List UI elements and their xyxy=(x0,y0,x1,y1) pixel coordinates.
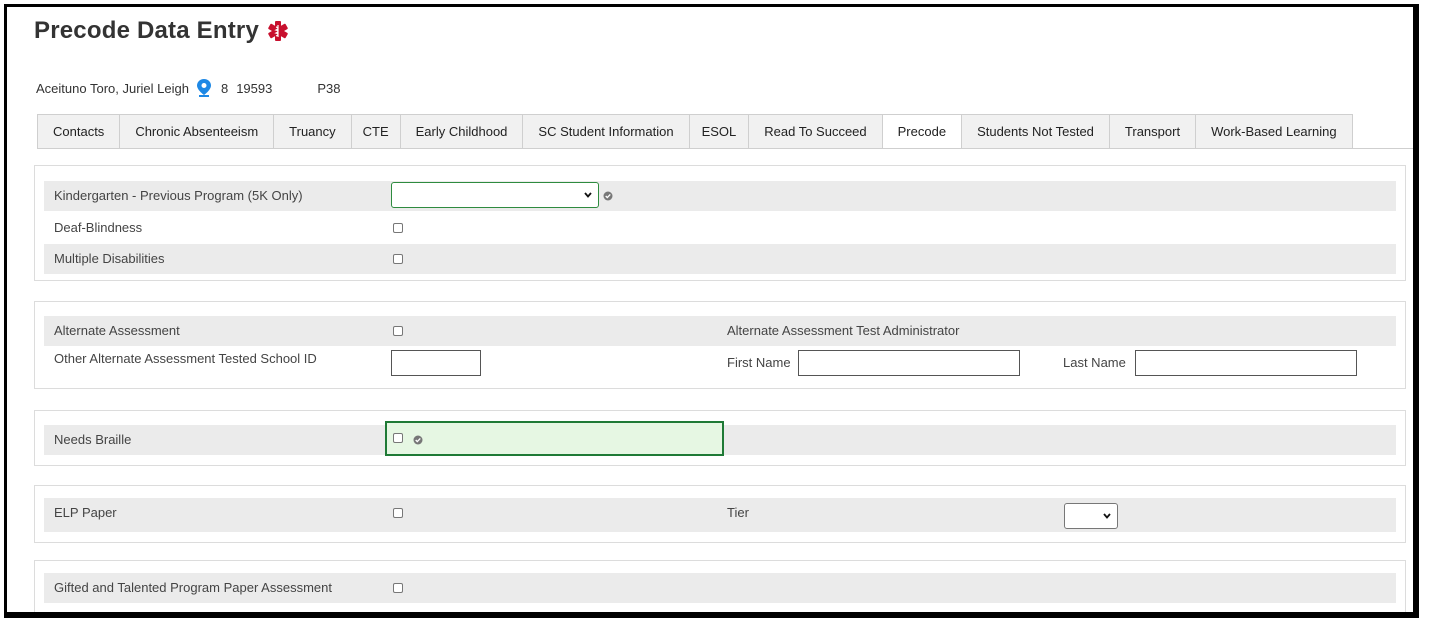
section-braille: Needs Braille xyxy=(34,410,1406,466)
other-school-id-label: Other Alternate Assessment Tested School… xyxy=(54,351,317,366)
elp-paper-checkbox[interactable] xyxy=(393,508,403,518)
section-gifted: Gifted and Talented Program Paper Assess… xyxy=(34,560,1406,612)
tab-students-not-tested[interactable]: Students Not Tested xyxy=(961,114,1110,148)
tab-chronic-absenteeism[interactable]: Chronic Absenteeism xyxy=(119,114,275,148)
tab-cte[interactable]: CTE xyxy=(350,114,401,148)
tab-bar: Contacts Chronic Absenteeism Truancy CTE… xyxy=(37,114,1353,149)
gifted-label: Gifted and Talented Program Paper Assess… xyxy=(54,580,332,595)
tab-work-based-learning[interactable]: Work-Based Learning xyxy=(1195,114,1353,148)
student-summary: Aceituno Toro, Juriel Leigh 8 19593 P38 xyxy=(36,79,341,97)
last-name-label: Last Name xyxy=(1063,355,1126,370)
other-school-id-input[interactable] xyxy=(391,350,481,376)
student-code: P38 xyxy=(317,80,341,96)
student-grade: 8 xyxy=(220,80,229,96)
app-frame: Precode Data Entry Aceituno Toro, Juriel… xyxy=(4,4,1419,618)
page-title: Precode Data Entry xyxy=(34,17,260,44)
chevron-down-icon xyxy=(1103,513,1111,519)
section-programs: Kindergarten - Previous Program (5K Only… xyxy=(34,165,1406,281)
alternate-assessment-checkbox[interactable] xyxy=(393,326,403,336)
student-id: 19593 xyxy=(236,80,273,96)
multiple-disabilities-label: Multiple Disabilities xyxy=(54,251,165,266)
needs-braille-checkbox[interactable] xyxy=(393,433,403,443)
tab-truancy[interactable]: Truancy xyxy=(273,114,352,148)
deaf-blindness-label: Deaf-Blindness xyxy=(54,220,143,235)
last-name-input[interactable] xyxy=(1135,350,1357,376)
row-kindergarten: Kindergarten - Previous Program (5K Only… xyxy=(44,181,1396,211)
tab-sc-student-information[interactable]: SC Student Information xyxy=(522,114,690,148)
tab-contacts[interactable]: Contacts xyxy=(37,114,121,148)
tab-esol[interactable]: ESOL xyxy=(688,114,750,148)
tab-early-childhood[interactable]: Early Childhood xyxy=(399,114,524,148)
location-pin-icon[interactable] xyxy=(196,79,211,97)
check-circle-icon xyxy=(413,435,423,445)
test-admin-header: Alternate Assessment Test Administrator xyxy=(727,323,960,338)
gifted-checkbox[interactable] xyxy=(393,583,403,593)
multiple-disabilities-checkbox[interactable] xyxy=(393,254,403,264)
medical-alert-icon[interactable] xyxy=(267,20,289,42)
student-name[interactable]: Aceituno Toro, Juriel Leigh xyxy=(36,81,189,96)
deaf-blindness-checkbox[interactable] xyxy=(393,223,403,233)
kindergarten-label: Kindergarten - Previous Program (5K Only… xyxy=(54,188,303,203)
row-deaf-blindness: Deaf-Blindness xyxy=(44,213,1396,243)
row-other-school-id: Other Alternate Assessment Tested School… xyxy=(44,348,1396,380)
chevron-down-icon xyxy=(584,192,592,198)
needs-braille-highlight xyxy=(385,421,724,456)
tab-divider xyxy=(37,148,1413,149)
first-name-input[interactable] xyxy=(798,350,1020,376)
section-elp: ELP Paper Tier xyxy=(34,485,1406,543)
check-circle-icon xyxy=(603,191,613,201)
elp-paper-label: ELP Paper xyxy=(54,505,117,520)
tab-transport[interactable]: Transport xyxy=(1108,114,1197,148)
first-name-label: First Name xyxy=(727,355,791,370)
tab-read-to-succeed[interactable]: Read To Succeed xyxy=(748,114,883,148)
needs-braille-label: Needs Braille xyxy=(54,432,132,447)
page-header: Precode Data Entry xyxy=(34,17,289,45)
tier-label: Tier xyxy=(727,505,749,520)
section-alternate-assessment: Alternate Assessment Alternate Assessmen… xyxy=(34,301,1406,389)
row-multiple-disabilities: Multiple Disabilities xyxy=(44,244,1396,274)
row-alternate-assessment: Alternate Assessment Alternate Assessmen… xyxy=(44,316,1396,346)
alternate-assessment-label: Alternate Assessment xyxy=(54,323,180,338)
tab-precode[interactable]: Precode xyxy=(881,114,963,149)
kindergarten-select[interactable] xyxy=(391,182,599,208)
row-elp-paper: ELP Paper Tier xyxy=(44,498,1396,532)
row-gifted: Gifted and Talented Program Paper Assess… xyxy=(44,573,1396,603)
tier-select[interactable] xyxy=(1064,503,1118,529)
